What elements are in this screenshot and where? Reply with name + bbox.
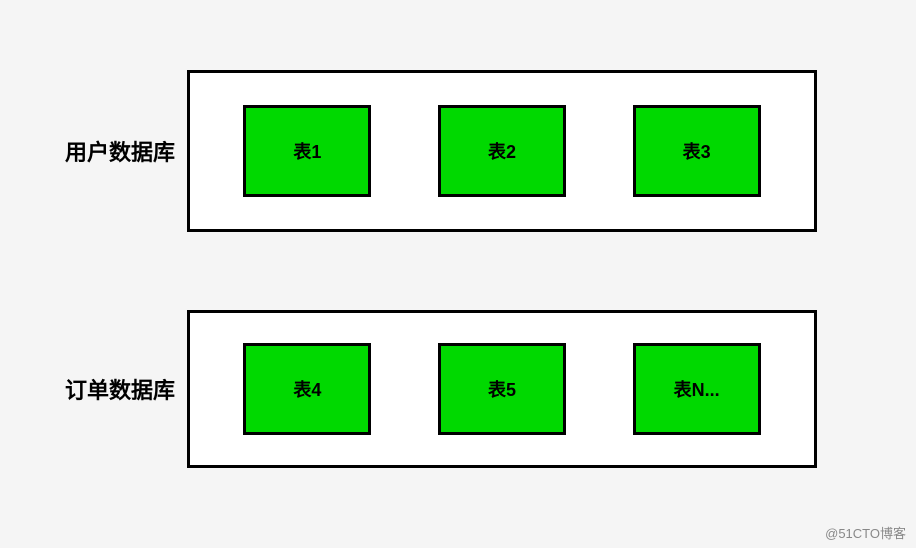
table-box: 表4 (243, 343, 371, 435)
database-group-orders: 订单数据库 表4 表5 表N... (65, 310, 817, 468)
table-box: 表1 (243, 105, 371, 197)
database-box: 表1 表2 表3 (187, 70, 817, 232)
table-box: 表3 (633, 105, 761, 197)
database-group-users: 用户数据库 表1 表2 表3 (65, 70, 817, 232)
table-box: 表5 (438, 343, 566, 435)
watermark-text: @51CTO博客 (825, 523, 906, 542)
table-box: 表2 (438, 105, 566, 197)
database-box: 表4 表5 表N... (187, 310, 817, 468)
database-label: 订单数据库 (65, 373, 175, 405)
diagram-container: 用户数据库 表1 表2 表3 订单数据库 表4 表5 表N... @51CTO博… (0, 0, 916, 548)
database-label: 用户数据库 (65, 135, 175, 167)
table-box: 表N... (633, 343, 761, 435)
